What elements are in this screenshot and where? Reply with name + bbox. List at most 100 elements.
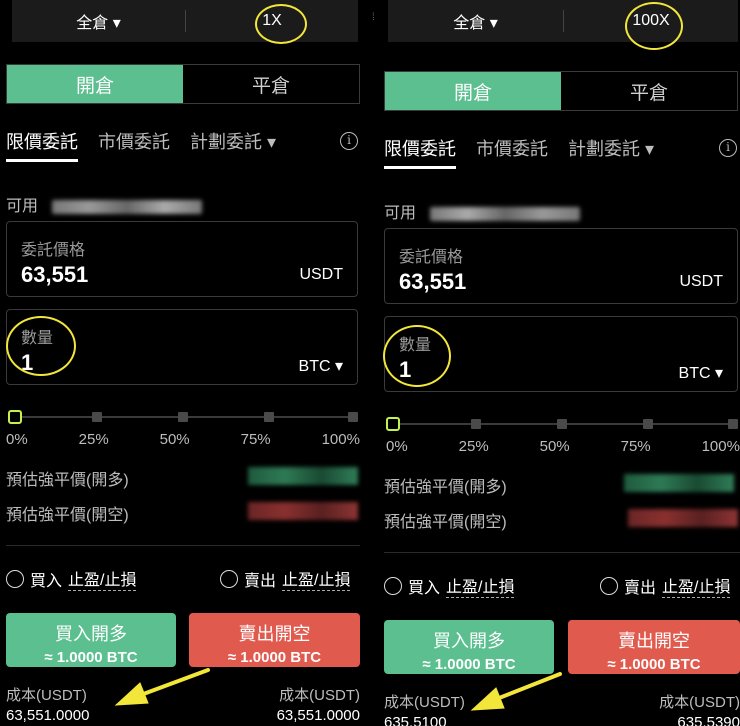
trade-panel-left: 全倉 ▾ 1X 開倉 平倉 限價委託 市價委託 計劃委託 ▾ i 可用 委託價格… bbox=[0, 0, 360, 726]
cost-buy: 成本(USDT) 63,551.0000 bbox=[6, 684, 89, 724]
price-input[interactable]: 63,551 bbox=[21, 262, 88, 288]
tick-label: 50% bbox=[159, 431, 190, 448]
sell-short-button[interactable]: 賣出開空 ≈ 1.0000 BTC bbox=[568, 620, 740, 674]
tick-label: 0% bbox=[386, 438, 408, 455]
liq-price-short-redacted bbox=[628, 509, 738, 527]
available-label: 可用 bbox=[384, 205, 417, 222]
slider-step-75[interactable] bbox=[643, 419, 653, 429]
cost-buy-label: 成本(USDT) bbox=[384, 694, 465, 711]
cost-buy-value: 63,551.0000 bbox=[6, 707, 90, 724]
sell-short-label: 賣出開空 bbox=[618, 631, 690, 651]
tpsl-buy-link[interactable]: 止盈/止損 bbox=[68, 566, 137, 591]
slider-knob[interactable] bbox=[8, 410, 22, 424]
liq-price-long-redacted bbox=[248, 467, 358, 485]
slider-step-100[interactable] bbox=[348, 412, 358, 422]
price-field[interactable]: 委託價格 63,551 USDT bbox=[384, 228, 738, 304]
margin-mode-selector[interactable]: 全倉 ▾ bbox=[388, 9, 563, 33]
panel-split-handle[interactable]: ⁞ bbox=[372, 13, 380, 36]
radio-button[interactable] bbox=[384, 576, 402, 595]
tab-close-position[interactable]: 平倉 bbox=[183, 65, 359, 103]
open-close-toggle: 開倉 平倉 bbox=[6, 64, 360, 104]
tab-plan-order[interactable]: 計劃委託 ▾ bbox=[190, 122, 276, 162]
leverage-selector[interactable]: 1X bbox=[186, 12, 358, 30]
buy-long-button[interactable]: 買入開多 ≈ 1.0000 BTC bbox=[384, 620, 554, 674]
slider-step-100[interactable] bbox=[728, 419, 738, 429]
tab-market-order[interactable]: 市價委託 bbox=[98, 122, 170, 162]
liq-price-short-label: 預估強平價(開空) bbox=[6, 507, 129, 524]
info-icon[interactable]: i bbox=[340, 132, 358, 150]
divider bbox=[6, 545, 360, 546]
sell-short-button[interactable]: 賣出開空 ≈ 1.0000 BTC bbox=[189, 613, 360, 667]
top-bar: 全倉 ▾ 100X bbox=[388, 0, 738, 42]
quantity-slider[interactable] bbox=[386, 417, 738, 431]
tick-label: 100% bbox=[321, 431, 360, 448]
buy-long-amount: ≈ 1.0000 BTC bbox=[44, 649, 138, 666]
slider-step-25[interactable] bbox=[92, 412, 102, 422]
tpsl-sell-link[interactable]: 止盈/止損 bbox=[662, 573, 731, 598]
slider-knob[interactable] bbox=[386, 417, 400, 431]
liq-price-long-label: 預估強平價(開多) bbox=[6, 472, 129, 489]
margin-mode-selector[interactable]: 全倉 ▾ bbox=[12, 9, 185, 33]
tpsl-sell-option[interactable]: 賣出 止盈/止損 bbox=[220, 566, 351, 591]
tick-label: 75% bbox=[620, 438, 651, 455]
slider-ticks: 0% 25% 50% 75% 100% bbox=[6, 431, 360, 448]
buy-long-button[interactable]: 買入開多 ≈ 1.0000 BTC bbox=[6, 613, 176, 667]
cost-buy: 成本(USDT) 635.5100 bbox=[384, 691, 465, 726]
cost-sell: 成本(USDT) 635.5390 bbox=[659, 691, 740, 726]
radio-button[interactable] bbox=[220, 569, 238, 588]
slider-step-75[interactable] bbox=[264, 412, 274, 422]
price-unit: USDT bbox=[679, 273, 723, 290]
quantity-field[interactable]: 數量 1 BTC ▾ bbox=[384, 316, 738, 392]
tpsl-buy-option[interactable]: 買入 止盈/止損 bbox=[384, 573, 515, 598]
sell-short-amount: ≈ 1.0000 BTC bbox=[607, 656, 701, 673]
cost-sell-label: 成本(USDT) bbox=[659, 694, 740, 711]
slider-step-50[interactable] bbox=[557, 419, 567, 429]
tick-label: 75% bbox=[240, 431, 271, 448]
buy-long-label: 買入開多 bbox=[55, 624, 127, 644]
tab-plan-order[interactable]: 計劃委託 ▾ bbox=[568, 129, 654, 169]
tick-label: 25% bbox=[458, 438, 489, 455]
leverage-selector[interactable]: 100X bbox=[564, 12, 738, 30]
quantity-field[interactable]: 數量 1 BTC ▾ bbox=[6, 309, 358, 385]
available-balance: 可用 bbox=[384, 199, 581, 223]
slider-step-50[interactable] bbox=[178, 412, 188, 422]
radio-button[interactable] bbox=[6, 569, 24, 588]
available-value-redacted bbox=[52, 199, 203, 214]
tab-limit-order[interactable]: 限價委託 bbox=[384, 129, 456, 169]
quantity-unit-selector[interactable]: BTC ▾ bbox=[299, 356, 343, 376]
divider bbox=[384, 552, 740, 553]
tab-close-position[interactable]: 平倉 bbox=[561, 72, 737, 110]
tick-label: 50% bbox=[539, 438, 570, 455]
quantity-unit-selector[interactable]: BTC ▾ bbox=[679, 363, 723, 383]
slider-ticks: 0% 25% 50% 75% 100% bbox=[386, 438, 740, 455]
quantity-input[interactable]: 1 bbox=[399, 357, 411, 383]
quantity-slider[interactable] bbox=[8, 410, 358, 424]
price-field[interactable]: 委託價格 63,551 USDT bbox=[6, 221, 358, 297]
tpsl-sell-link[interactable]: 止盈/止損 bbox=[282, 566, 351, 591]
quantity-label: 數量 bbox=[399, 337, 432, 354]
tpsl-buy-option[interactable]: 買入 止盈/止損 bbox=[6, 566, 137, 591]
quantity-label: 數量 bbox=[21, 330, 54, 347]
quantity-input[interactable]: 1 bbox=[21, 350, 33, 376]
tab-open-position[interactable]: 開倉 bbox=[7, 65, 183, 103]
tab-limit-order[interactable]: 限價委託 bbox=[6, 122, 78, 162]
buy-long-amount: ≈ 1.0000 BTC bbox=[422, 656, 516, 673]
price-input[interactable]: 63,551 bbox=[399, 269, 466, 295]
buy-long-label: 買入開多 bbox=[433, 631, 505, 651]
order-type-tabs: 限價委託 市價委託 計劃委託 ▾ bbox=[384, 129, 674, 169]
tick-label: 100% bbox=[701, 438, 740, 455]
tab-market-order[interactable]: 市價委託 bbox=[476, 129, 548, 169]
liq-price-long-label: 預估強平價(開多) bbox=[384, 479, 507, 496]
liq-price-short-redacted bbox=[248, 502, 358, 520]
info-icon[interactable]: i bbox=[719, 139, 737, 157]
sell-short-amount: ≈ 1.0000 BTC bbox=[227, 649, 322, 666]
slider-step-25[interactable] bbox=[471, 419, 481, 429]
tpsl-buy-link[interactable]: 止盈/止損 bbox=[446, 573, 515, 598]
price-label: 委託價格 bbox=[399, 249, 464, 266]
tpsl-sell-prefix: 賣出 bbox=[244, 572, 277, 590]
tpsl-sell-option[interactable]: 賣出 止盈/止損 bbox=[600, 573, 731, 598]
order-type-tabs: 限價委託 市價委託 計劃委託 ▾ bbox=[6, 122, 296, 162]
tab-open-position[interactable]: 開倉 bbox=[385, 72, 561, 110]
radio-button[interactable] bbox=[600, 576, 618, 595]
tick-label: 0% bbox=[6, 431, 28, 448]
